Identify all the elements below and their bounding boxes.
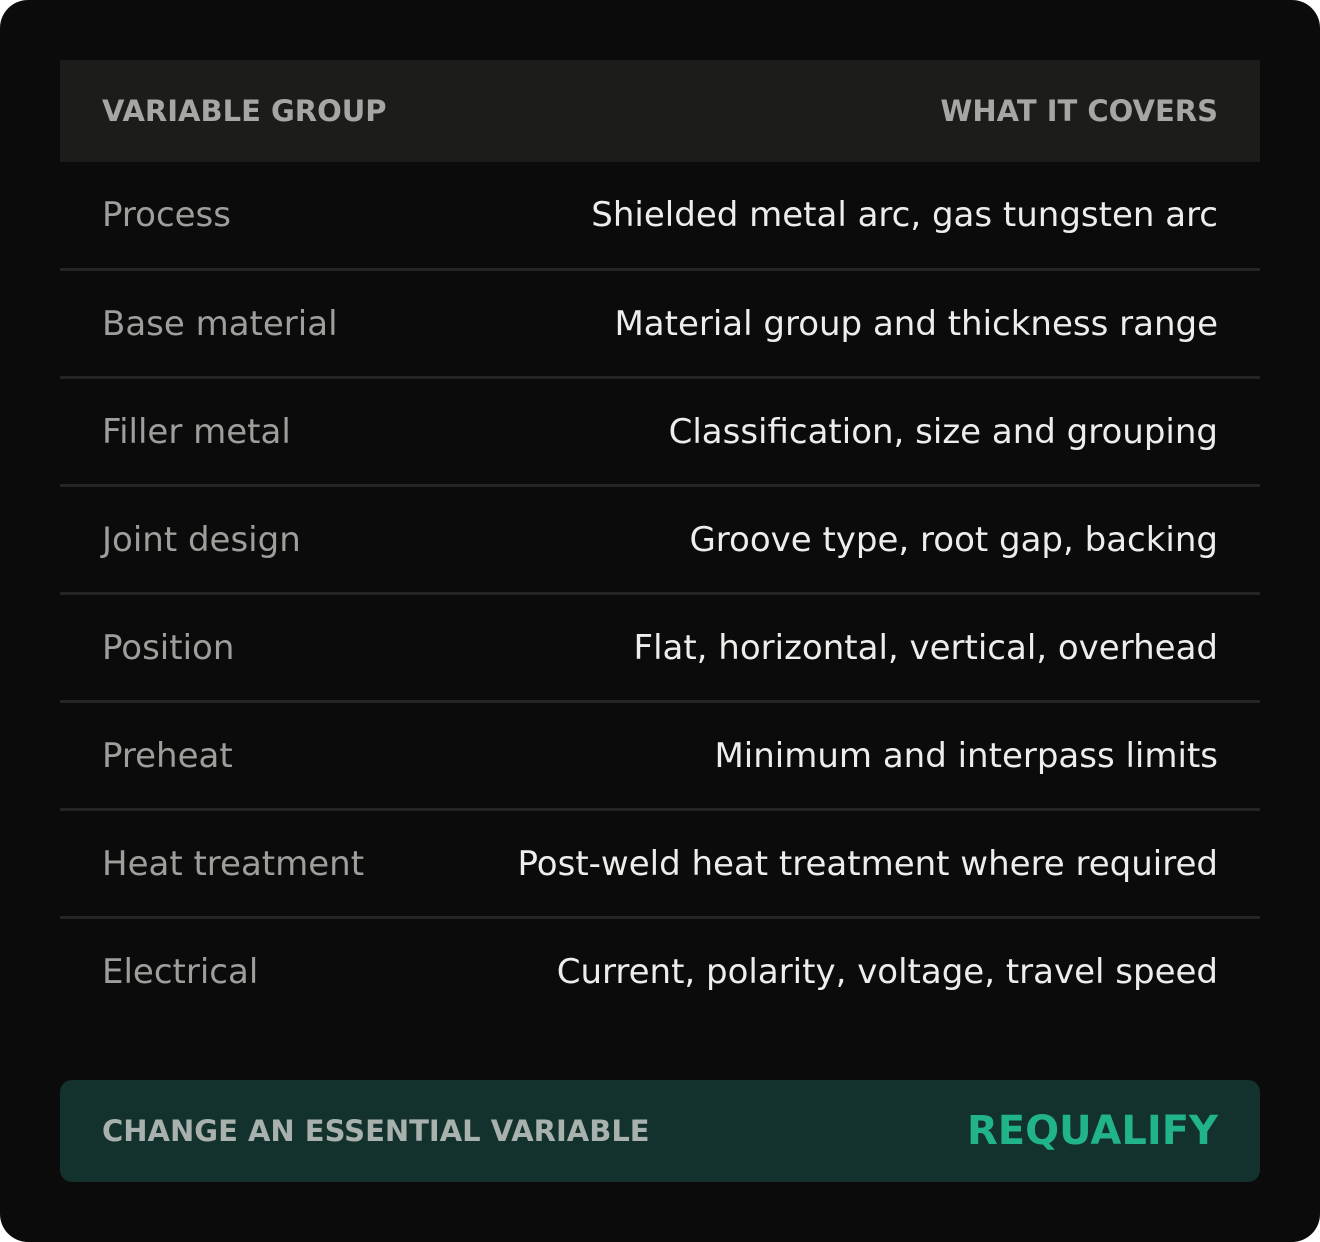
table-row: Base material Material group and thickne…	[60, 268, 1260, 376]
variable-group-cell: Position	[102, 627, 235, 668]
variable-group-cell: Heat treatment	[102, 843, 365, 884]
variables-table: VARIABLE GROUP WHAT IT COVERS Process Sh…	[60, 60, 1260, 1024]
requalify-label: REQUALIFY	[967, 1108, 1218, 1154]
table-body: Process Shielded metal arc, gas tungsten…	[60, 162, 1260, 1024]
covers-cell: Post-weld heat treatment where required	[517, 843, 1218, 884]
header-what-it-covers: WHAT IT COVERS	[940, 94, 1218, 128]
banner-label: CHANGE AN ESSENTIAL VARIABLE	[102, 1114, 650, 1148]
header-variable-group: VARIABLE GROUP	[102, 94, 387, 128]
covers-cell: Classification, size and grouping	[668, 411, 1218, 452]
variable-group-cell: Filler metal	[102, 411, 291, 452]
table-row: Position Flat, horizontal, vertical, ove…	[60, 592, 1260, 700]
covers-cell: Flat, horizontal, vertical, overhead	[633, 627, 1218, 668]
variable-group-cell: Base material	[102, 303, 338, 344]
variable-group-cell: Process	[102, 195, 231, 235]
covers-cell: Minimum and interpass limits	[714, 735, 1218, 776]
essential-variables-card: VARIABLE GROUP WHAT IT COVERS Process Sh…	[0, 0, 1320, 1242]
variable-group-cell: Electrical	[102, 951, 259, 992]
table-row: Filler metal Classification, size and gr…	[60, 376, 1260, 484]
table-header: VARIABLE GROUP WHAT IT COVERS	[60, 60, 1260, 162]
covers-cell: Material group and thickness range	[614, 303, 1218, 344]
requalify-banner: CHANGE AN ESSENTIAL VARIABLE REQUALIFY	[60, 1080, 1260, 1182]
table-row: Joint design Groove type, root gap, back…	[60, 484, 1260, 592]
covers-cell: Shielded metal arc, gas tungsten arc	[591, 195, 1218, 235]
table-row: Process Shielded metal arc, gas tungsten…	[60, 162, 1260, 268]
covers-cell: Groove type, root gap, backing	[689, 519, 1218, 560]
covers-cell: Current, polarity, voltage, travel speed	[556, 951, 1218, 992]
table-row: Preheat Minimum and interpass limits	[60, 700, 1260, 808]
variable-group-cell: Preheat	[102, 735, 233, 776]
variable-group-cell: Joint design	[102, 519, 301, 560]
table-row: Heat treatment Post-weld heat treatment …	[60, 808, 1260, 916]
table-row: Electrical Current, polarity, voltage, t…	[60, 916, 1260, 1024]
